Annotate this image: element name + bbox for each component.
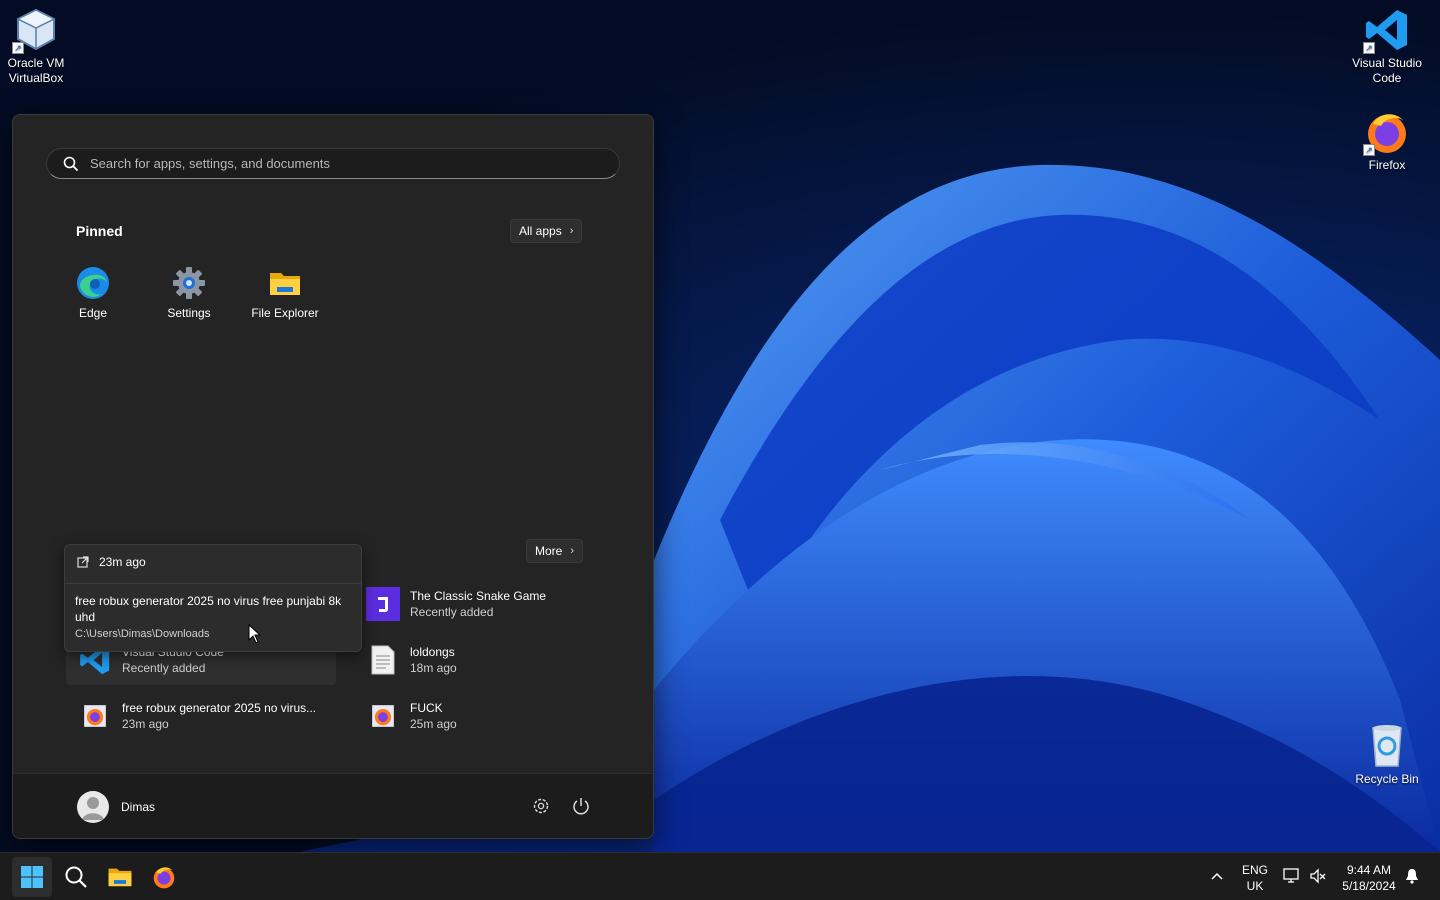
shortcut-arrow-icon: ↗ bbox=[12, 42, 24, 54]
clock[interactable]: 9:44 AM 5/18/2024 bbox=[1336, 862, 1402, 894]
power-icon[interactable] bbox=[571, 796, 591, 816]
start-search-box[interactable] bbox=[46, 148, 620, 179]
chevron-up-icon[interactable] bbox=[1210, 871, 1224, 881]
language-region: UK bbox=[1246, 879, 1264, 893]
recommended-item-time: 18m ago bbox=[410, 661, 457, 675]
folder-icon bbox=[268, 266, 302, 300]
recommended-item-time: Recently added bbox=[410, 605, 494, 619]
recommended-item-name: free robux generator 2025 no virus... bbox=[122, 701, 317, 715]
firefox-icon bbox=[366, 699, 400, 733]
user-icon bbox=[82, 797, 104, 820]
virtualbox-icon: ↗ bbox=[12, 6, 60, 54]
pinned-heading: Pinned bbox=[76, 223, 123, 239]
folder-icon bbox=[108, 868, 132, 887]
document-icon bbox=[366, 643, 400, 677]
recycle-bin-icon bbox=[1363, 722, 1411, 770]
start-menu: Pinned All apps › Edge bbox=[12, 114, 654, 839]
recommended-item-tooltip: 23m ago free robux generator 2025 no vir… bbox=[64, 544, 362, 652]
network-icon[interactable] bbox=[1283, 868, 1301, 884]
mouse-cursor-icon bbox=[248, 624, 262, 644]
pinned-app-settings[interactable]: Settings bbox=[144, 266, 234, 320]
recommended-item-loldongs[interactable]: loldongs 18m ago bbox=[354, 635, 624, 685]
search-input[interactable] bbox=[90, 156, 570, 171]
recommended-item-name: FUCK bbox=[410, 701, 443, 715]
user-avatar[interactable] bbox=[77, 791, 109, 823]
desktop-icon-label: Oracle VM VirtualBox bbox=[7, 56, 65, 85]
taskbar-file-explorer[interactable] bbox=[100, 857, 140, 897]
vscode-icon: ↗ bbox=[1363, 6, 1411, 54]
language-code: ENG bbox=[1241, 863, 1268, 877]
desktop-icon-virtualbox[interactable]: ↗ Oracle VM VirtualBox bbox=[0, 6, 76, 86]
recommended-item-name: The Classic Snake Game bbox=[410, 589, 547, 603]
desktop-icon-firefox[interactable]: ↗ Firefox bbox=[1347, 108, 1427, 173]
taskbar-search-button[interactable] bbox=[56, 857, 96, 897]
language-indicator[interactable]: ENG UK bbox=[1236, 862, 1274, 894]
open-external-icon bbox=[77, 556, 89, 568]
pinned-app-edge[interactable]: Edge bbox=[48, 266, 138, 320]
taskbar: ENG UK 9:44 AM 5/18/2024 bbox=[0, 852, 1440, 900]
search-icon bbox=[65, 866, 87, 888]
desktop-icon-vscode[interactable]: ↗ Visual Studio Code bbox=[1347, 6, 1427, 86]
recommended-item-time: 23m ago bbox=[122, 717, 169, 731]
recommended-item-time: 25m ago bbox=[410, 717, 457, 731]
clock-time: 9:44 AM bbox=[1346, 863, 1392, 877]
firefox-icon: ↗ bbox=[1363, 108, 1411, 156]
pinned-app-label: File Explorer bbox=[251, 306, 319, 320]
recommended-item-snake-game[interactable]: The Classic Snake Game Recently added bbox=[354, 579, 624, 629]
recommended-item-fuck[interactable]: FUCK 25m ago bbox=[354, 691, 624, 741]
tooltip-path: C:\Users\Dimas\Downloads bbox=[75, 628, 210, 640]
recommended-item-name: loldongs bbox=[410, 645, 455, 659]
pinned-app-label: Settings bbox=[167, 306, 211, 320]
windows-logo-icon bbox=[21, 866, 43, 888]
desktop-icon-label: Visual Studio Code bbox=[1352, 56, 1422, 85]
taskbar-firefox[interactable] bbox=[144, 857, 184, 897]
start-menu-footer: Dimas bbox=[13, 773, 653, 838]
tooltip-header: 23m ago bbox=[77, 555, 146, 569]
settings-gear-icon bbox=[172, 266, 206, 300]
desktop-icon-recycle-bin[interactable]: Recycle Bin bbox=[1347, 722, 1427, 787]
all-apps-label: All apps bbox=[519, 224, 562, 238]
firefox-icon bbox=[153, 867, 175, 889]
desktop-icon-label: Firefox bbox=[1368, 158, 1406, 172]
volume-muted-icon[interactable] bbox=[1309, 868, 1327, 884]
all-apps-button[interactable]: All apps › bbox=[510, 219, 583, 243]
more-label: More bbox=[535, 544, 563, 558]
notification-bell-icon[interactable] bbox=[1405, 868, 1419, 884]
search-icon bbox=[63, 156, 79, 171]
more-button[interactable]: More › bbox=[526, 539, 584, 563]
firefox-icon bbox=[78, 699, 112, 733]
chevron-right-icon: › bbox=[569, 225, 574, 237]
snake-game-icon bbox=[366, 587, 400, 621]
shortcut-arrow-icon: ↗ bbox=[1363, 42, 1375, 54]
desktop-icon-label: Recycle Bin bbox=[1355, 772, 1419, 786]
edge-icon bbox=[76, 266, 110, 300]
tooltip-title: free robux generator 2025 no virus free … bbox=[75, 594, 342, 624]
shortcut-arrow-icon: ↗ bbox=[1363, 144, 1375, 156]
settings-gear-icon[interactable] bbox=[531, 796, 551, 816]
tooltip-time: 23m ago bbox=[99, 555, 146, 569]
tooltip-divider bbox=[65, 583, 361, 584]
clock-date: 5/18/2024 bbox=[1342, 879, 1396, 893]
chevron-right-icon: › bbox=[570, 545, 575, 557]
user-name[interactable]: Dimas bbox=[121, 800, 155, 814]
start-button[interactable] bbox=[12, 857, 52, 897]
recommended-item-robux-html[interactable]: free robux generator 2025 no virus... 23… bbox=[66, 691, 336, 741]
pinned-app-label: Edge bbox=[78, 306, 108, 320]
pinned-app-file-explorer[interactable]: File Explorer bbox=[240, 266, 330, 320]
recommended-item-time: Recently added bbox=[122, 661, 206, 675]
